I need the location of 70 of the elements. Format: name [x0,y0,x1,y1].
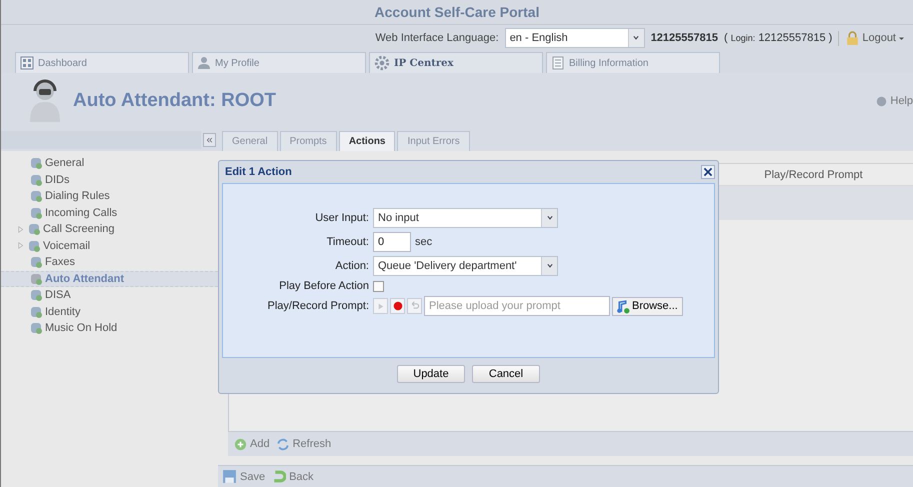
collapse-button[interactable]: « [203,133,216,147]
item-icon [29,255,43,270]
action-select[interactable]: Queue 'Delivery department' [373,256,558,276]
dialog-title: Edit 1 Action [225,166,292,178]
plus-icon [234,438,247,450]
field-label: Timeout: [326,236,370,248]
item-icon [29,304,43,319]
field-label: Play Before Action [279,280,370,292]
sub-tab[interactable]: Actions [338,131,396,151]
sidebar-item[interactable]: DISA [1,287,218,304]
item-icon [29,288,43,302]
item-icon [29,321,43,336]
account-number: 12125557815 [650,32,718,44]
add-button[interactable]: Add [234,438,270,450]
field-label: Play/Record Prompt: [268,300,370,312]
prompt-file-field[interactable]: Please upload your prompt [424,296,610,316]
play-before-checkbox[interactable] [373,280,384,292]
main-tab[interactable]: IP Centrex [369,52,543,73]
sidebar-item[interactable]: Voicemail [1,238,218,254]
record-icon [392,301,402,311]
language-label: Web Interface Language: [375,32,499,44]
sidebar-item[interactable]: Dialing Rules [1,188,218,204]
close-icon [703,167,713,177]
language-select[interactable]: en - English [504,28,645,48]
browse-button[interactable]: Browse... [612,296,683,316]
record-button[interactable] [390,298,405,314]
document-icon [551,56,565,70]
sidebar-item[interactable]: Music On Hold [1,320,218,336]
field-label: Action: [335,260,370,272]
item-icon [29,206,43,220]
item-icon [27,238,41,253]
dialog-button[interactable]: Update [397,365,465,383]
sidebar-item[interactable]: Faxes [1,254,218,270]
play-icon [376,302,384,310]
back-button[interactable]: Back [271,469,314,484]
caret-icon [546,263,554,269]
caret-icon [546,215,554,221]
item-icon [29,189,43,204]
sidebar-item[interactable]: Call Screening [1,221,218,238]
login-info: ( Login: 12125557815 ) [724,32,832,44]
item-icon [29,156,43,170]
item-icon [29,272,43,286]
sidebar-item[interactable]: Incoming Calls [1,204,218,221]
grid-icon [20,56,34,70]
timeout-field[interactable]: 0 [373,232,411,252]
music-note-icon [615,298,630,314]
gear-icon [374,55,390,71]
user-input-select[interactable]: No input [373,208,558,228]
undo-icon [410,301,420,311]
save-button[interactable]: Save [222,469,266,484]
page-title: Auto Attendant: ROOT [73,90,277,112]
lock-icon [845,30,860,46]
portal-title: Account Self-Care Portal [374,4,540,20]
sidebar-item[interactable]: General [1,155,218,172]
item-icon [29,172,43,187]
unit-label: sec [415,236,432,248]
close-button[interactable] [701,165,715,179]
help-link[interactable]: Help [876,95,913,107]
item-icon [27,222,41,236]
field-label: User Input: [315,212,370,224]
dialog-button[interactable]: Cancel [472,365,540,383]
operator-avatar-icon [27,79,63,123]
caret-icon [898,34,905,42]
refresh-button[interactable]: Refresh [276,438,332,450]
person-icon [197,56,211,70]
sidebar-item[interactable]: DIDs [1,172,218,188]
logout-button[interactable]: Logout [838,30,907,46]
caret-icon [632,35,640,41]
sidebar-item[interactable]: Identity [1,304,218,320]
refresh-icon [276,438,290,450]
